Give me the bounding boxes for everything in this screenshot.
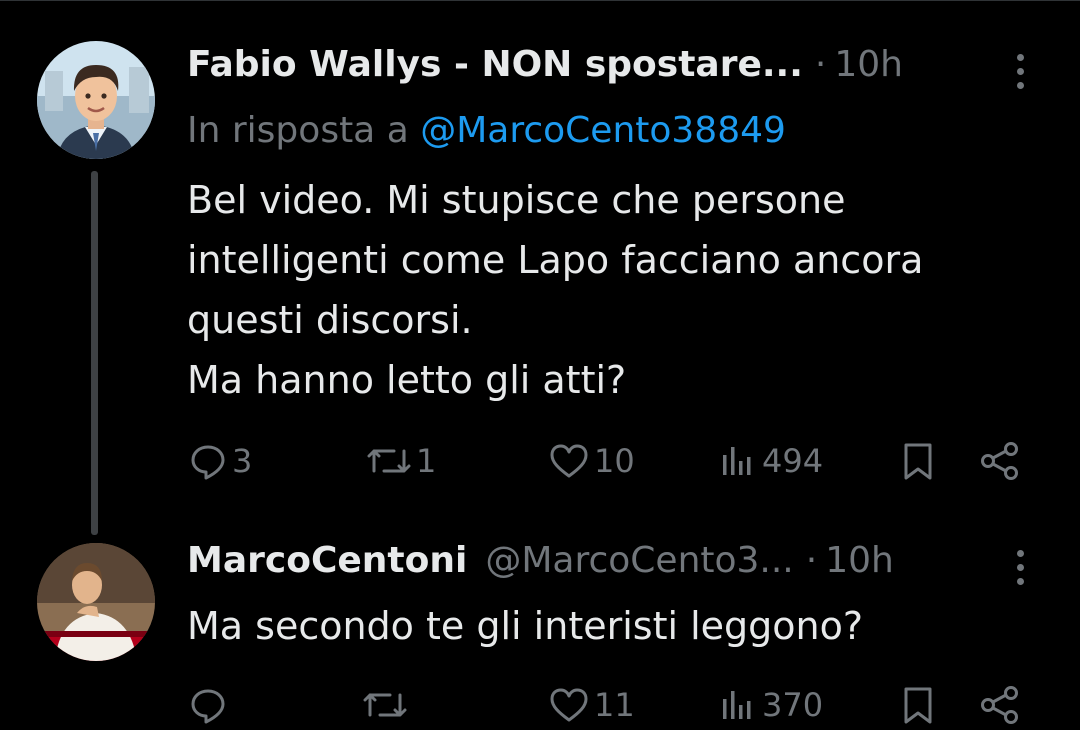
timestamp[interactable]: 10h: [825, 540, 894, 581]
views-icon: [718, 685, 758, 725]
views-count: 370: [762, 686, 824, 724]
views-icon: [718, 441, 758, 481]
retweet-icon: [366, 441, 412, 481]
bookmark-button[interactable]: [898, 680, 938, 730]
bookmark-icon: [898, 685, 938, 725]
author-handle[interactable]: @MarcoCento3...: [485, 540, 793, 581]
like-count: 11: [594, 686, 635, 724]
retweet-button[interactable]: [362, 680, 412, 730]
like-icon: [548, 685, 590, 725]
more-icon[interactable]: [1000, 542, 1040, 592]
reply-prefix: In risposta a: [187, 110, 409, 151]
bookmark-icon: [898, 441, 938, 481]
reply-button[interactable]: 3: [188, 436, 252, 486]
tweet-text-line: Ma secondo te gli interisti leggono?: [187, 604, 864, 648]
tweet-text: Ma secondo te gli interisti leggono?: [187, 596, 863, 656]
tweet-text-line: Ma hanno letto gli atti?: [187, 358, 627, 402]
author-name[interactable]: Fabio Wallys - NON spostare...: [187, 44, 803, 85]
tweet-text-line: Bel video. Mi stupisce che persone: [187, 178, 846, 222]
timestamp[interactable]: 10h: [834, 44, 903, 85]
author-name[interactable]: MarcoCentoni: [187, 540, 467, 581]
views-count: 494: [762, 442, 824, 480]
retweet-icon: [362, 685, 408, 725]
reply-icon: [188, 441, 228, 481]
share-icon: [978, 441, 1022, 481]
views-button[interactable]: 370: [718, 680, 823, 730]
more-icon[interactable]: [1000, 46, 1040, 96]
tweet-text-line: intelligenti come Lapo facciano ancora: [187, 238, 924, 282]
tweet-text: Bel video. Mi stupisce che persone intel…: [187, 170, 923, 410]
like-count: 10: [594, 442, 635, 480]
reply-icon: [188, 685, 228, 725]
reply-mention-link[interactable]: @MarcoCento38849: [420, 110, 786, 151]
views-button[interactable]: 494: [718, 436, 823, 486]
share-button[interactable]: [978, 680, 1022, 730]
separator-dot: ·: [814, 44, 827, 85]
retweet-count: 1: [416, 442, 437, 480]
retweet-button[interactable]: 1: [366, 436, 436, 486]
tweet-actions: 3 1 10 494: [0, 436, 1080, 486]
avatar[interactable]: [37, 41, 155, 159]
bookmark-button[interactable]: [898, 436, 938, 486]
like-button[interactable]: 10: [548, 436, 635, 486]
like-button[interactable]: 11: [548, 680, 635, 730]
separator-dot: ·: [805, 540, 818, 581]
tweet-actions: 11 370: [0, 680, 1080, 730]
share-button[interactable]: [978, 436, 1022, 486]
like-icon: [548, 441, 590, 481]
reply-context: In risposta a @MarcoCento38849: [187, 110, 786, 151]
avatar[interactable]: [37, 543, 155, 661]
share-icon: [978, 685, 1022, 725]
tweet-text-line: questi discorsi.: [187, 298, 473, 342]
reply-button[interactable]: [188, 680, 232, 730]
tweet-header: MarcoCentoni @MarcoCento3... · 10h: [187, 540, 894, 590]
reply-count: 3: [232, 442, 253, 480]
tweet-header: Fabio Wallys - NON spostare... · 10h: [187, 44, 903, 94]
